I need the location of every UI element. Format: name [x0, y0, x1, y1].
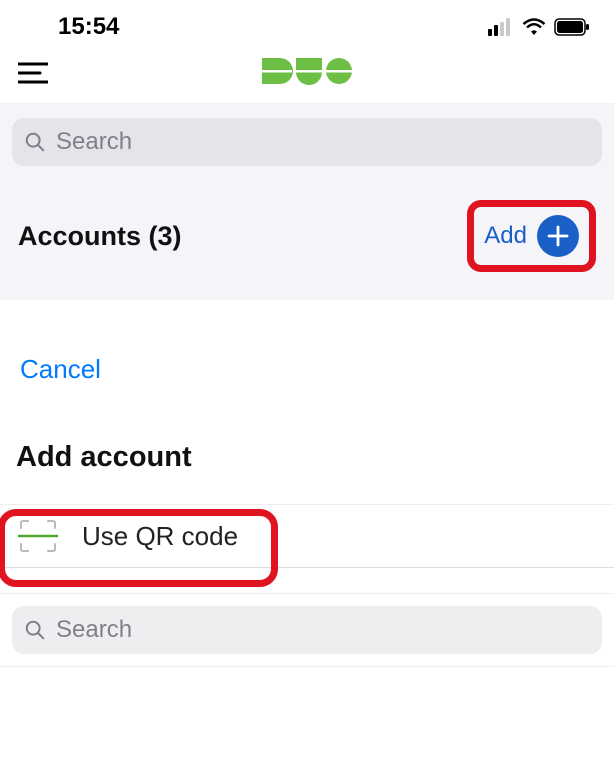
battery-icon	[554, 18, 590, 36]
nav-header	[0, 48, 614, 104]
search-icon	[24, 131, 46, 153]
accounts-title: Accounts (3)	[18, 221, 182, 252]
plus-icon	[537, 215, 579, 257]
duo-logo	[262, 58, 352, 93]
add-account-sheet: Cancel Add account Use QR code	[0, 336, 614, 678]
providers-search-input[interactable]	[56, 616, 590, 644]
status-bar: 15:54	[0, 0, 614, 48]
use-qr-code-row[interactable]: Use QR code	[0, 504, 614, 568]
providers-search-bar[interactable]	[12, 606, 602, 654]
add-account-title: Add account	[0, 385, 614, 504]
search-bar[interactable]	[12, 118, 602, 166]
cancel-button[interactable]: Cancel	[20, 354, 101, 385]
search-icon	[24, 619, 46, 641]
use-qr-code-label: Use QR code	[82, 521, 238, 552]
status-icons	[488, 18, 590, 36]
add-button-label: Add	[484, 222, 527, 250]
search-input[interactable]	[56, 128, 590, 156]
cellular-icon	[488, 18, 514, 36]
hamburger-icon	[18, 62, 48, 84]
wifi-icon	[522, 18, 546, 36]
accounts-header-row: Accounts (3) Add	[12, 200, 602, 272]
menu-button[interactable]	[18, 62, 48, 89]
qr-scan-icon	[18, 519, 58, 553]
cancel-row: Cancel	[0, 336, 614, 385]
status-time: 15:54	[58, 13, 119, 41]
accounts-section: Accounts (3) Add	[0, 104, 614, 300]
add-button[interactable]: Add	[467, 200, 596, 272]
